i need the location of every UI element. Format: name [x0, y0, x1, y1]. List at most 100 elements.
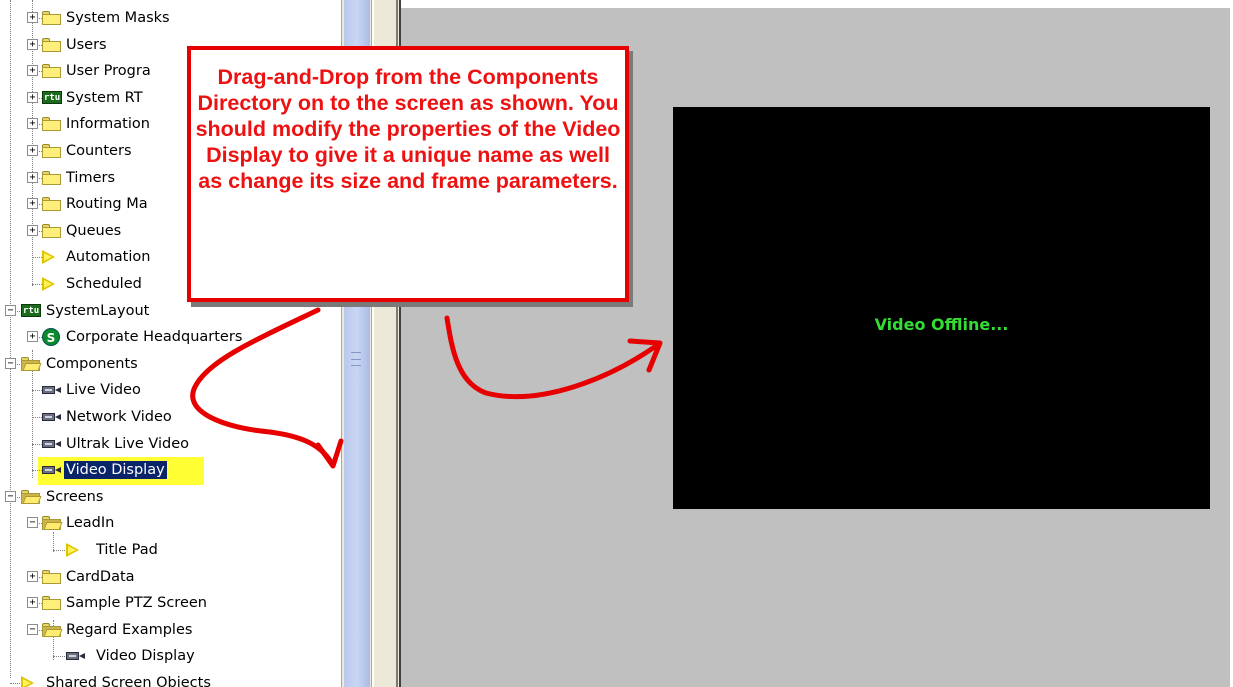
tree-item-label: LeadIn [66, 515, 115, 531]
tree-item[interactable]: Timers [64, 165, 117, 191]
tree-vertical-connector [10, 0, 11, 678]
dollar-icon: S [42, 328, 60, 346]
tree-item-label: Video Display [96, 648, 195, 664]
callout-text: Drag-and-Drop from the Components Direct… [195, 65, 621, 193]
tree-item[interactable]: LeadIn [64, 510, 116, 536]
tree-item-label: Automation [66, 249, 151, 265]
tree-item[interactable]: Screens [44, 484, 105, 510]
folder-icon [42, 197, 61, 211]
collapse-toggle[interactable]: − [5, 305, 16, 316]
folder-open-icon [42, 623, 63, 637]
tree-item-label: Components [46, 356, 138, 372]
collapse-toggle[interactable]: − [5, 491, 16, 502]
tree-item-label: System Masks [66, 10, 170, 26]
tree-item[interactable]: Automation [64, 244, 152, 270]
expand-toggle[interactable]: + [27, 225, 38, 236]
expand-toggle[interactable]: + [27, 118, 38, 129]
tree-item-label: Counters [66, 143, 132, 159]
tree-item-label: Ultrak Live Video [66, 436, 190, 452]
tree-item[interactable]: CardData [64, 564, 137, 590]
tree-item[interactable]: Corporate Headquarters [64, 324, 244, 350]
video-status-text: Video Offline... [874, 315, 1009, 334]
tree-horizontal-connector [53, 550, 67, 551]
tree-item[interactable]: Title Pad [94, 537, 160, 563]
expand-toggle[interactable]: + [27, 172, 38, 183]
expand-toggle[interactable]: + [27, 571, 38, 582]
tree-item[interactable]: Routing Ma [64, 191, 150, 217]
surface-top-edge [401, 0, 1233, 8]
tree-item-label: Sample PTZ Screen [66, 595, 207, 611]
folder-icon [42, 117, 61, 131]
camera-icon [42, 465, 62, 475]
tree-item[interactable]: Queues [64, 218, 123, 244]
camera-icon [42, 385, 62, 395]
folder-icon [42, 64, 61, 78]
camera-icon [66, 651, 86, 661]
tree-item[interactable]: Video Display [64, 457, 167, 483]
expand-toggle[interactable]: + [27, 331, 38, 342]
tree-item[interactable]: SystemLayout [44, 298, 151, 324]
camera-icon [42, 439, 62, 449]
tree-item-label: Routing Ma [66, 196, 148, 212]
tree-item[interactable]: Counters [64, 138, 134, 164]
tree-item-label: Queues [66, 223, 122, 239]
tree-item-label: Timers [66, 170, 116, 186]
folder-icon [42, 570, 61, 584]
splitter-grip-dots [351, 352, 361, 366]
tree-horizontal-connector [53, 656, 67, 657]
expand-toggle[interactable]: + [27, 65, 38, 76]
tree-item[interactable]: Components [44, 351, 140, 377]
folder-icon [42, 224, 61, 238]
tree-item[interactable]: System RT [64, 85, 145, 111]
folder-open-icon [42, 516, 63, 530]
folder-icon [42, 144, 61, 158]
camera-icon [42, 412, 62, 422]
tree-item-label: Corporate Headquarters [66, 329, 243, 345]
folder-icon [42, 171, 61, 185]
tree-item-label: SystemLayout [46, 303, 150, 319]
tree-item-label: Users [66, 37, 107, 53]
collapse-toggle[interactable]: − [5, 358, 16, 369]
expand-toggle[interactable]: + [27, 198, 38, 209]
tree-item-label: System RT [66, 90, 143, 106]
tree-item[interactable]: Scheduled [64, 271, 144, 297]
expand-toggle[interactable]: + [27, 39, 38, 50]
tree-item[interactable]: System Masks [64, 5, 172, 31]
tree-item[interactable]: Users [64, 32, 109, 58]
tree-item[interactable]: Information [64, 111, 152, 137]
folder-icon [42, 596, 61, 610]
tree-item-label: Shared Screen Objects [46, 675, 211, 687]
instruction-callout: Drag-and-Drop from the Components Direct… [187, 46, 629, 302]
tree-item[interactable]: Video Display [94, 643, 197, 669]
folder-icon [42, 38, 61, 52]
expand-toggle[interactable]: + [27, 597, 38, 608]
expand-toggle[interactable]: + [27, 145, 38, 156]
tree-item-label: Regard Examples [66, 622, 193, 638]
tree-item[interactable]: Regard Examples [64, 617, 194, 643]
tree-item[interactable]: Ultrak Live Video [64, 431, 191, 457]
triangle-icon [42, 277, 55, 291]
triangle-icon [66, 543, 79, 557]
tree-item[interactable]: Sample PTZ Screen [64, 590, 209, 616]
tree-item[interactable]: Live Video [64, 377, 143, 403]
tree-vertical-connector [53, 532, 54, 552]
tree-item[interactable]: Network Video [64, 404, 174, 430]
collapse-toggle[interactable]: − [27, 517, 38, 528]
collapse-toggle[interactable]: − [27, 624, 38, 635]
triangle-icon [21, 676, 34, 687]
tree-item-label: CardData [66, 569, 135, 585]
tree-item-label: Video Display [64, 461, 167, 479]
tree-item-label: Scheduled [66, 276, 142, 292]
tree-item[interactable]: User Progra [64, 58, 153, 84]
expand-toggle[interactable]: + [27, 12, 38, 23]
tree-item-label: Screens [46, 489, 104, 505]
tree-item-label: Title Pad [96, 542, 158, 558]
folder-icon [42, 11, 61, 25]
tree-item[interactable]: Shared Screen Objects [44, 670, 213, 687]
rtu-icon: rtu [42, 91, 62, 104]
tree-item-label: User Progra [66, 63, 151, 79]
expand-toggle[interactable]: + [27, 92, 38, 103]
triangle-icon [42, 250, 55, 264]
video-display-component[interactable]: Video Offline... [673, 107, 1210, 509]
rtu-icon: rtu [21, 304, 41, 317]
